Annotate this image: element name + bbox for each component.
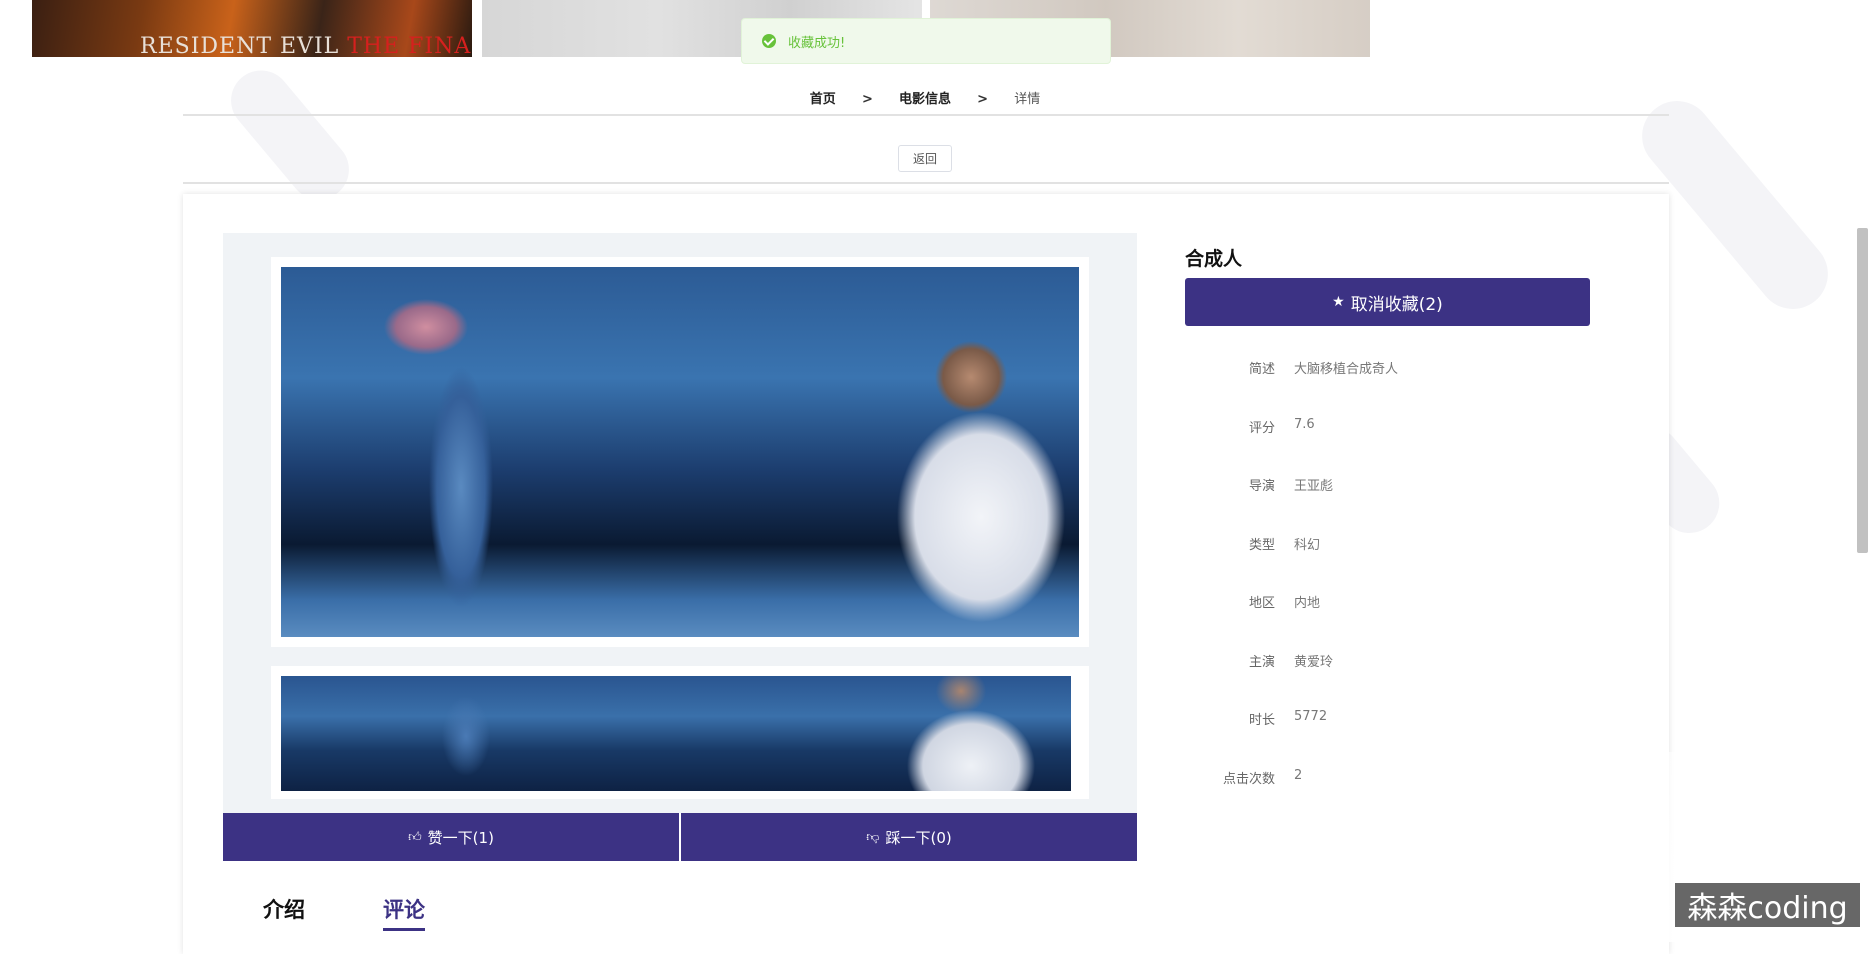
info-value: 2 <box>1294 767 1303 783</box>
star-icon: ★ <box>1332 294 1345 310</box>
breadcrumb-current: 详情 <box>1014 92 1041 107</box>
background-decoration <box>218 58 362 212</box>
info-value: 大脑移植合成奇人 <box>1294 362 1399 377</box>
movie-title: 合成人 <box>1185 248 1243 270</box>
info-key: 简述 <box>1248 362 1275 377</box>
back-button[interactable]: 返回 <box>898 145 952 172</box>
banner-poster-resident-evil[interactable]: RESIDENT EVIL THE FINAL CHAPTER <box>32 0 472 57</box>
unfavorite-button[interactable]: ★ 取消收藏(2) <box>1185 278 1590 326</box>
breadcrumb-home[interactable]: 首页 <box>810 88 836 107</box>
tab-comments[interactable]: 评论 <box>383 894 425 931</box>
info-value: 5772 <box>1294 709 1328 724</box>
like-label: 赞一下(1) <box>427 828 494 847</box>
breadcrumb-separator: > <box>977 92 989 107</box>
divider <box>183 182 1669 184</box>
image-gallery <box>223 233 1137 813</box>
page-scrollbar-thumb[interactable] <box>1857 228 1868 553</box>
info-key: 主演 <box>1248 654 1275 670</box>
success-toast: 收藏成功! <box>741 18 1111 64</box>
info-value: 科幻 <box>1294 537 1321 553</box>
info-key: 评分 <box>1248 420 1275 436</box>
movie-still-main[interactable] <box>281 267 1079 637</box>
breadcrumb-separator: > <box>861 92 873 107</box>
info-key: 地区 <box>1248 596 1275 611</box>
vote-bar: 👍︎ 赞一下(1) 👎︎ 踩一下(0) <box>223 813 1137 861</box>
info-key: 类型 <box>1248 537 1275 553</box>
movie-still-thumbnail[interactable] <box>281 676 1071 791</box>
dislike-button[interactable]: 👎︎ 踩一下(0) <box>679 813 1137 861</box>
breadcrumb-movie-info[interactable]: 电影信息 <box>899 88 951 107</box>
tab-intro[interactable]: 介绍 <box>263 894 305 931</box>
toast-message: 收藏成功! <box>788 35 846 51</box>
banner-poster-title: RESIDENT EVIL THE FINAL CHAPTER <box>140 34 472 57</box>
movie-detail-card: 👍︎ 赞一下(1) 👎︎ 踩一下(0) 介绍 评论 合成人 ★ 取消收藏(2) … <box>183 194 1669 954</box>
like-button[interactable]: 👍︎ 赞一下(1) <box>223 813 679 861</box>
divider <box>183 114 1669 116</box>
info-key: 时长 <box>1248 713 1275 728</box>
main-image-frame <box>271 257 1089 647</box>
dislike-label: 踩一下(0) <box>885 828 952 847</box>
info-value: 王亚彪 <box>1294 479 1334 494</box>
info-value: 内地 <box>1294 596 1321 611</box>
breadcrumb: 首页 > 电影信息 > 详情 <box>0 88 1850 107</box>
info-value: 黄爱玲 <box>1294 654 1334 670</box>
info-key: 点击次数 <box>1222 771 1275 787</box>
info-key: 导演 <box>1248 479 1275 494</box>
favorite-label: 取消收藏(2) <box>1350 294 1443 315</box>
detail-tabs: 介绍 评论 <box>263 894 503 931</box>
info-value: 7.6 <box>1294 416 1315 432</box>
thumbs-up-icon: 👍︎ <box>408 829 422 845</box>
thumbnail-frame <box>271 666 1089 799</box>
success-check-icon <box>762 34 776 48</box>
watermark: 森森coding <box>1675 883 1860 927</box>
thumbs-down-icon: 👎︎ <box>866 829 880 845</box>
